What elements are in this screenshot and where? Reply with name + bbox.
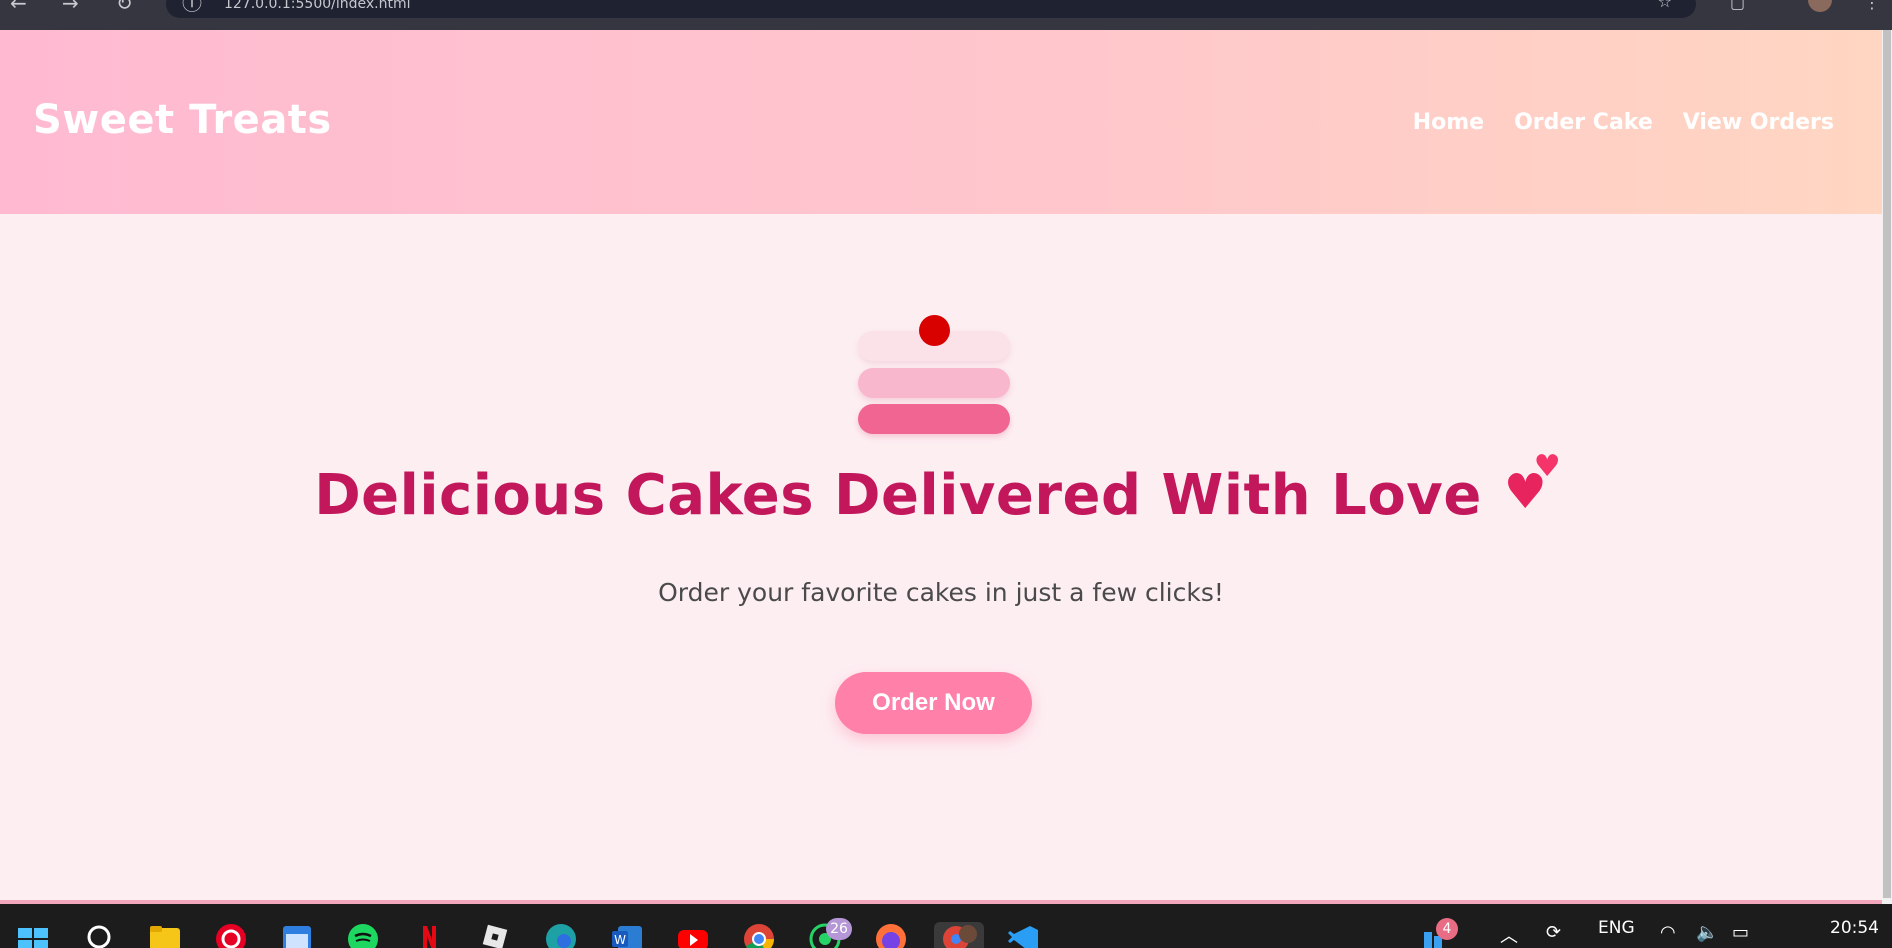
edge-icon[interactable]: [544, 922, 578, 948]
chrome-profile-icon[interactable]: [934, 922, 984, 948]
chevron-up-icon[interactable]: ︿: [1500, 922, 1518, 948]
chrome-icon[interactable]: [742, 922, 776, 948]
back-icon[interactable]: ←: [10, 0, 27, 13]
browser-menu-icon[interactable]: ⋮: [1864, 0, 1880, 11]
forward-icon[interactable]: →: [62, 0, 79, 13]
svg-text:W: W: [614, 933, 626, 947]
taskbar: W 26 4 ︿ ⟳ ENG ◠ 🔈 ▭ 20:54: [0, 904, 1892, 948]
nav-order-cake[interactable]: Order Cake: [1514, 110, 1653, 135]
hero-title: Delicious Cakes Delivered With Love ♥ ♥: [0, 449, 1882, 529]
browser-toolbar: ← → ↻ ⓘ 127.0.0.1:5500/index.html ☆ ▢ ⋮: [0, 0, 1892, 30]
youtube-icon[interactable]: [676, 922, 710, 948]
language-indicator[interactable]: ENG: [1598, 918, 1635, 938]
hero-title-text: Delicious Cakes Delivered With Love: [314, 463, 1482, 528]
address-bar[interactable]: ⓘ 127.0.0.1:5500/index.html ☆: [166, 0, 1696, 18]
reload-icon[interactable]: ↻: [116, 0, 133, 13]
whatsapp-badge: 26: [826, 918, 852, 940]
word-icon[interactable]: W: [610, 922, 644, 948]
file-explorer-icon[interactable]: [148, 922, 182, 948]
calendar-icon[interactable]: [280, 922, 314, 948]
sync-icon[interactable]: ⟳: [1546, 922, 1561, 943]
nav-view-orders[interactable]: View Orders: [1683, 110, 1834, 135]
cake-layer-bottom: [858, 404, 1010, 434]
battery-icon[interactable]: ▭: [1732, 922, 1749, 943]
clock-time[interactable]: 20:54: [1830, 918, 1879, 938]
firefox-icon[interactable]: [874, 922, 908, 948]
order-now-button[interactable]: Order Now: [835, 672, 1032, 734]
bookmark-star-icon[interactable]: ☆: [1658, 0, 1672, 11]
brand-logo[interactable]: Sweet Treats: [33, 97, 332, 143]
extensions-icon[interactable]: ▢: [1730, 0, 1745, 11]
cake-layer-middle: [858, 368, 1010, 398]
hero-section: Delicious Cakes Delivered With Love ♥ ♥ …: [0, 214, 1882, 904]
cake-illustration: [858, 298, 1010, 434]
search-icon[interactable]: [82, 922, 116, 948]
url-text: 127.0.0.1:5500/index.html: [224, 0, 411, 12]
wifi-icon[interactable]: ◠: [1660, 922, 1676, 943]
hero-subtitle: Order your favorite cakes in just a few …: [658, 578, 1224, 607]
cherry-icon: [919, 315, 950, 346]
pinterest-icon[interactable]: [214, 922, 248, 948]
scrollbar-thumb[interactable]: [1883, 30, 1891, 898]
nav-home[interactable]: Home: [1413, 110, 1484, 135]
two-hearts-icon: ♥ ♥: [1503, 449, 1561, 520]
netflix-icon[interactable]: [412, 922, 446, 948]
site-info-icon[interactable]: ⓘ: [182, 0, 202, 13]
roblox-icon[interactable]: [478, 922, 512, 948]
windows-start-icon[interactable]: [16, 922, 50, 948]
site-header: Sweet Treats Home Order Cake View Orders: [0, 30, 1882, 214]
volume-icon[interactable]: 🔈: [1696, 922, 1718, 943]
main-nav: Home Order Cake View Orders: [1413, 110, 1834, 135]
widgets-badge: 4: [1436, 918, 1458, 940]
profile-avatar[interactable]: [1808, 0, 1832, 12]
vscode-icon[interactable]: [1006, 922, 1040, 948]
spotify-icon[interactable]: [346, 922, 380, 948]
